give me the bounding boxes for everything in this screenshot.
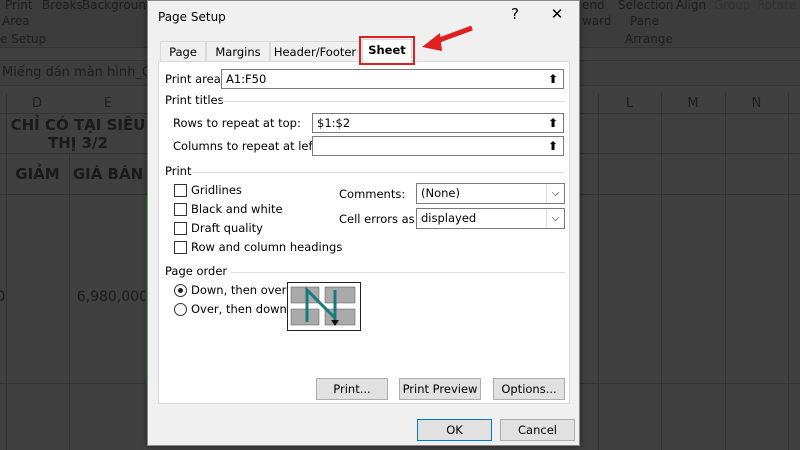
dialog-title: Page Setup bbox=[158, 10, 226, 24]
cell-partial[interactable]: 0 bbox=[0, 289, 6, 305]
tab-margins[interactable]: Margins bbox=[206, 41, 270, 62]
row-col-headings-checkbox[interactable] bbox=[174, 241, 187, 254]
close-button[interactable]: ✕ bbox=[542, 5, 572, 23]
page-setup-group-label: e Setup bbox=[0, 32, 47, 46]
cell-giam[interactable]: GIẢM bbox=[6, 165, 69, 183]
cancel-button[interactable]: Cancel bbox=[500, 419, 575, 441]
down-then-over-label: Down, then over bbox=[191, 283, 287, 297]
breaks-button[interactable]: Breaks bbox=[42, 0, 83, 12]
print-titles-heading: Print titles bbox=[165, 93, 224, 107]
print-area-button[interactable]: Print bbox=[5, 0, 33, 12]
send-backward-button[interactable]: end bbox=[582, 0, 605, 12]
black-white-checkbox[interactable] bbox=[174, 203, 187, 216]
selection-pane-button[interactable]: Selection bbox=[618, 0, 673, 12]
tab-page[interactable]: Page bbox=[160, 41, 206, 62]
column-header-n[interactable]: N bbox=[725, 93, 788, 115]
print-area-value: A1:F50 bbox=[226, 72, 267, 86]
column-header-m[interactable]: M bbox=[661, 93, 725, 115]
rows-repeat-label: Rows to repeat at top: bbox=[173, 116, 301, 130]
cell-errors-select[interactable]: displayed ⌵ bbox=[416, 208, 565, 229]
cols-repeat-input[interactable]: ⬆ bbox=[312, 136, 564, 156]
draft-quality-checkbox[interactable] bbox=[174, 222, 187, 235]
print-heading: Print bbox=[165, 164, 192, 178]
rotate-button: Rotate bbox=[757, 0, 797, 12]
background-button[interactable]: Background bbox=[82, 0, 154, 12]
merged-header-cell[interactable]: CHỈ CÓ TẠI SIÊU THỊ 3/2 bbox=[10, 116, 146, 152]
comments-value: (None) bbox=[421, 186, 460, 200]
gridlines-label: Gridlines bbox=[191, 183, 242, 197]
selection-pane-label2: Pane bbox=[630, 14, 660, 28]
comments-label: Comments: bbox=[339, 187, 406, 201]
cell-gia-ban[interactable]: GIÁ BÁN bbox=[70, 165, 146, 183]
ok-button[interactable]: OK bbox=[417, 419, 492, 441]
chevron-down-icon[interactable]: ⌵ bbox=[546, 209, 564, 228]
tab-header-footer[interactable]: Header/Footer bbox=[270, 41, 360, 62]
name-box-value: Miếng dán màn hình_Chi bbox=[2, 65, 163, 80]
print-button[interactable]: Print... bbox=[316, 378, 388, 400]
tab-sheet[interactable]: Sheet bbox=[359, 36, 415, 65]
over-then-down-radio[interactable] bbox=[174, 303, 187, 316]
collapse-dialog-icon[interactable]: ⬆ bbox=[545, 115, 561, 131]
collapse-dialog-icon[interactable]: ⬆ bbox=[545, 71, 561, 87]
print-area-input[interactable]: A1:F50 ⬆ bbox=[221, 69, 564, 89]
print-preview-button[interactable]: Print Preview bbox=[399, 378, 481, 400]
help-button[interactable]: ? bbox=[500, 5, 530, 23]
black-white-label: Black and white bbox=[191, 202, 283, 216]
collapse-dialog-icon[interactable]: ⬆ bbox=[545, 138, 561, 154]
comments-select[interactable]: (None) ⌵ bbox=[416, 183, 565, 204]
options-button[interactable]: Options... bbox=[493, 378, 565, 400]
rows-repeat-value: $1:$2 bbox=[317, 116, 351, 130]
cell-price[interactable]: 6,980,000 bbox=[70, 289, 148, 305]
cols-repeat-label: Columns to repeat at left: bbox=[173, 139, 321, 153]
red-arrow-annotation-icon bbox=[422, 25, 473, 51]
chevron-down-icon[interactable]: ⌵ bbox=[546, 184, 564, 203]
down-then-over-radio[interactable] bbox=[174, 284, 187, 297]
align-button[interactable]: Align bbox=[676, 0, 706, 12]
print-area-label: Print area: bbox=[165, 72, 225, 86]
column-header-d[interactable]: D bbox=[5, 93, 69, 115]
draft-quality-label: Draft quality bbox=[191, 221, 263, 235]
row-col-headings-label: Row and column headings bbox=[191, 240, 343, 254]
group-button: Group bbox=[714, 0, 751, 12]
page-setup-dialog: Page Setup ? ✕ Page Margins Header/Foote… bbox=[147, 0, 580, 446]
gridlines-checkbox[interactable] bbox=[174, 184, 187, 197]
over-then-down-label: Over, then down bbox=[191, 302, 287, 316]
column-header-e[interactable]: E bbox=[70, 93, 146, 115]
send-backward-label2: ward bbox=[582, 14, 612, 28]
rows-repeat-input[interactable]: $1:$2 ⬆ bbox=[312, 113, 564, 133]
print-area-label2: Area bbox=[2, 14, 30, 28]
column-header-l[interactable]: L bbox=[598, 93, 661, 115]
page-order-preview-icon bbox=[287, 282, 361, 331]
arrange-group-label: Arrange bbox=[625, 32, 673, 46]
page-order-heading: Page order bbox=[165, 264, 228, 278]
cell-errors-value: displayed bbox=[421, 211, 477, 225]
sheet-tab-panel: Print area: A1:F50 ⬆ Print titles Rows to… bbox=[158, 61, 570, 404]
cell-errors-label: Cell errors as: bbox=[339, 212, 419, 226]
